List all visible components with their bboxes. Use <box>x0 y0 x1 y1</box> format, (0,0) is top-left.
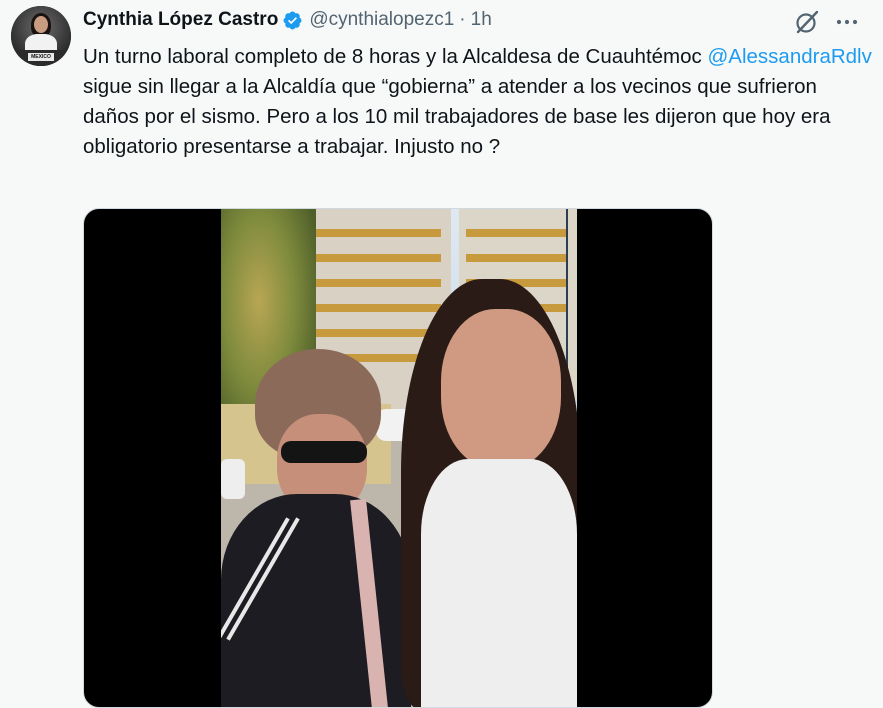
timestamp[interactable]: 1h <box>471 9 492 31</box>
tweet-text: Un turno laboral completo de 8 horas y l… <box>83 42 873 162</box>
avatar-sign: MEXICO <box>28 53 54 61</box>
mention-link[interactable]: @AlessandraRdlv <box>707 45 871 68</box>
tweet: MEXICO Cynthia López Castro @cynthialope… <box>0 0 883 708</box>
video-frame <box>221 209 577 707</box>
more-icon[interactable] <box>835 12 859 32</box>
separator-dot: · <box>459 9 466 30</box>
grok-icon[interactable] <box>794 9 820 35</box>
avatar[interactable]: MEXICO <box>11 6 71 66</box>
tweet-text-part-2: sigue sin llegar a la Alcaldía que “gobi… <box>83 75 831 158</box>
tweet-text-part-1: Un turno laboral completo de 8 horas y l… <box>83 45 708 68</box>
tweet-header: Cynthia López Castro @cynthialopezc1 · 1… <box>83 8 492 32</box>
author-name[interactable]: Cynthia López Castro <box>83 9 278 31</box>
verified-badge-icon <box>282 10 303 31</box>
video-player[interactable] <box>83 208 713 708</box>
author-handle[interactable]: @cynthialopezc1 <box>309 9 454 31</box>
